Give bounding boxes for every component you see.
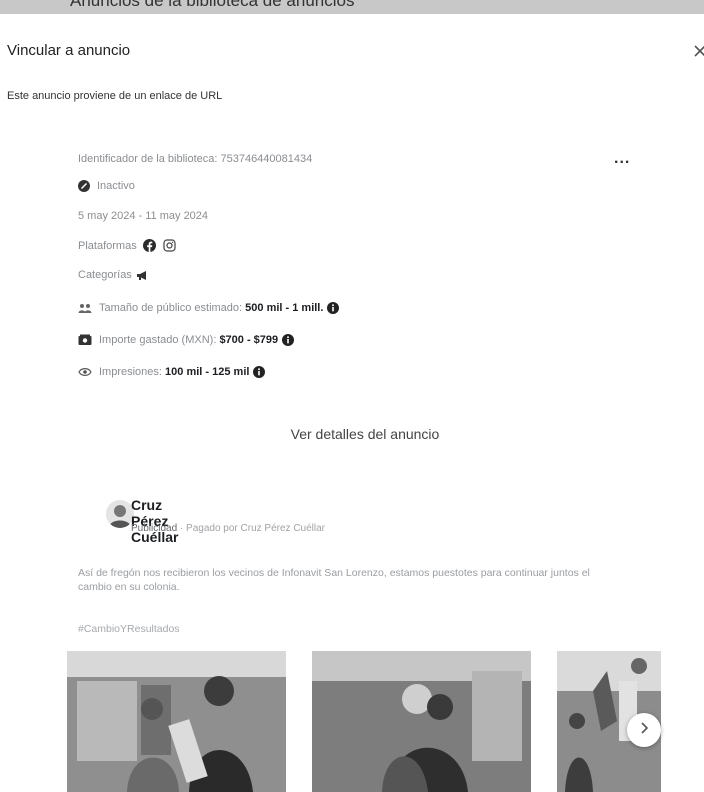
view-ad-details-button[interactable]: Ver detalles del anuncio	[260, 423, 470, 445]
inactive-status-icon	[78, 180, 90, 192]
sponsored-label: Publicidad	[131, 523, 178, 534]
carousel-image[interactable]	[67, 651, 286, 792]
paid-by-text: · Pagado por Cruz Pérez Cuéllar	[177, 523, 326, 534]
top-bar: Anuncios de la biblioteca de anuncios	[0, 0, 704, 14]
audience-value: 500 mil - 1 mill.	[245, 302, 324, 314]
advertiser-name[interactable]: Cruz Pérez Cuéllar	[131, 497, 178, 545]
carousel-image[interactable]	[312, 651, 531, 792]
modal-title: Vincular a anuncio	[7, 42, 131, 59]
facebook-icon	[142, 239, 156, 252]
status-text: Inactivo	[97, 180, 135, 192]
impressions-label: Impresiones:	[99, 366, 162, 378]
money-icon	[78, 334, 92, 346]
date-range: 5 may 2024 - 11 may 2024	[78, 210, 208, 222]
info-icon[interactable]	[253, 366, 266, 378]
top-bar-text: Anuncios de la biblioteca de anuncios	[70, 0, 355, 10]
platforms-label: Plataformas	[78, 239, 137, 252]
sponsor-line: Publicidad · Pagado por Cruz Pérez Cuéll…	[131, 523, 325, 534]
status-row: Inactivo	[78, 180, 135, 192]
chevron-right-icon	[638, 721, 650, 740]
categories-row: Categorías	[78, 269, 156, 281]
platforms-row: Plataformas	[78, 239, 183, 252]
more-options-button[interactable]: ...	[614, 150, 630, 168]
carousel-next-button[interactable]	[627, 713, 661, 747]
eye-icon	[78, 367, 92, 377]
close-icon[interactable]	[693, 42, 704, 63]
audience-label: Tamaño de público estimado:	[99, 302, 243, 314]
library-id-text: Identificador de la biblioteca: 75374644…	[78, 153, 313, 165]
avatar[interactable]	[106, 500, 134, 528]
instagram-icon	[163, 239, 176, 252]
spend-value: $700 - $799	[219, 334, 279, 346]
date-range-text: 5 may 2024 - 11 may 2024	[78, 210, 209, 222]
impressions-row: Impresiones: 100 mil - 125 mil	[78, 366, 266, 378]
categories-label: Categorías	[78, 269, 132, 281]
people-icon	[78, 303, 92, 314]
hashtag: #CambioYResultados	[78, 623, 180, 635]
spend-row: Importe gastado (MXN): $700 - $799	[78, 334, 295, 346]
impressions-value: 100 mil - 125 mil	[165, 366, 250, 378]
spend-label: Importe gastado (MXN):	[99, 334, 217, 346]
library-id: Identificador de la biblioteca: 75374644…	[78, 153, 312, 165]
source-note: Este anuncio proviene de un enlace de UR…	[7, 90, 223, 102]
megaphone-icon	[136, 270, 149, 281]
audience-row: Tamaño de público estimado: 500 mil - 1 …	[78, 302, 340, 314]
ad-body-text: Así de fregón nos recibieron los vecinos…	[78, 567, 590, 593]
info-icon[interactable]	[282, 334, 295, 346]
info-icon[interactable]	[327, 302, 340, 314]
